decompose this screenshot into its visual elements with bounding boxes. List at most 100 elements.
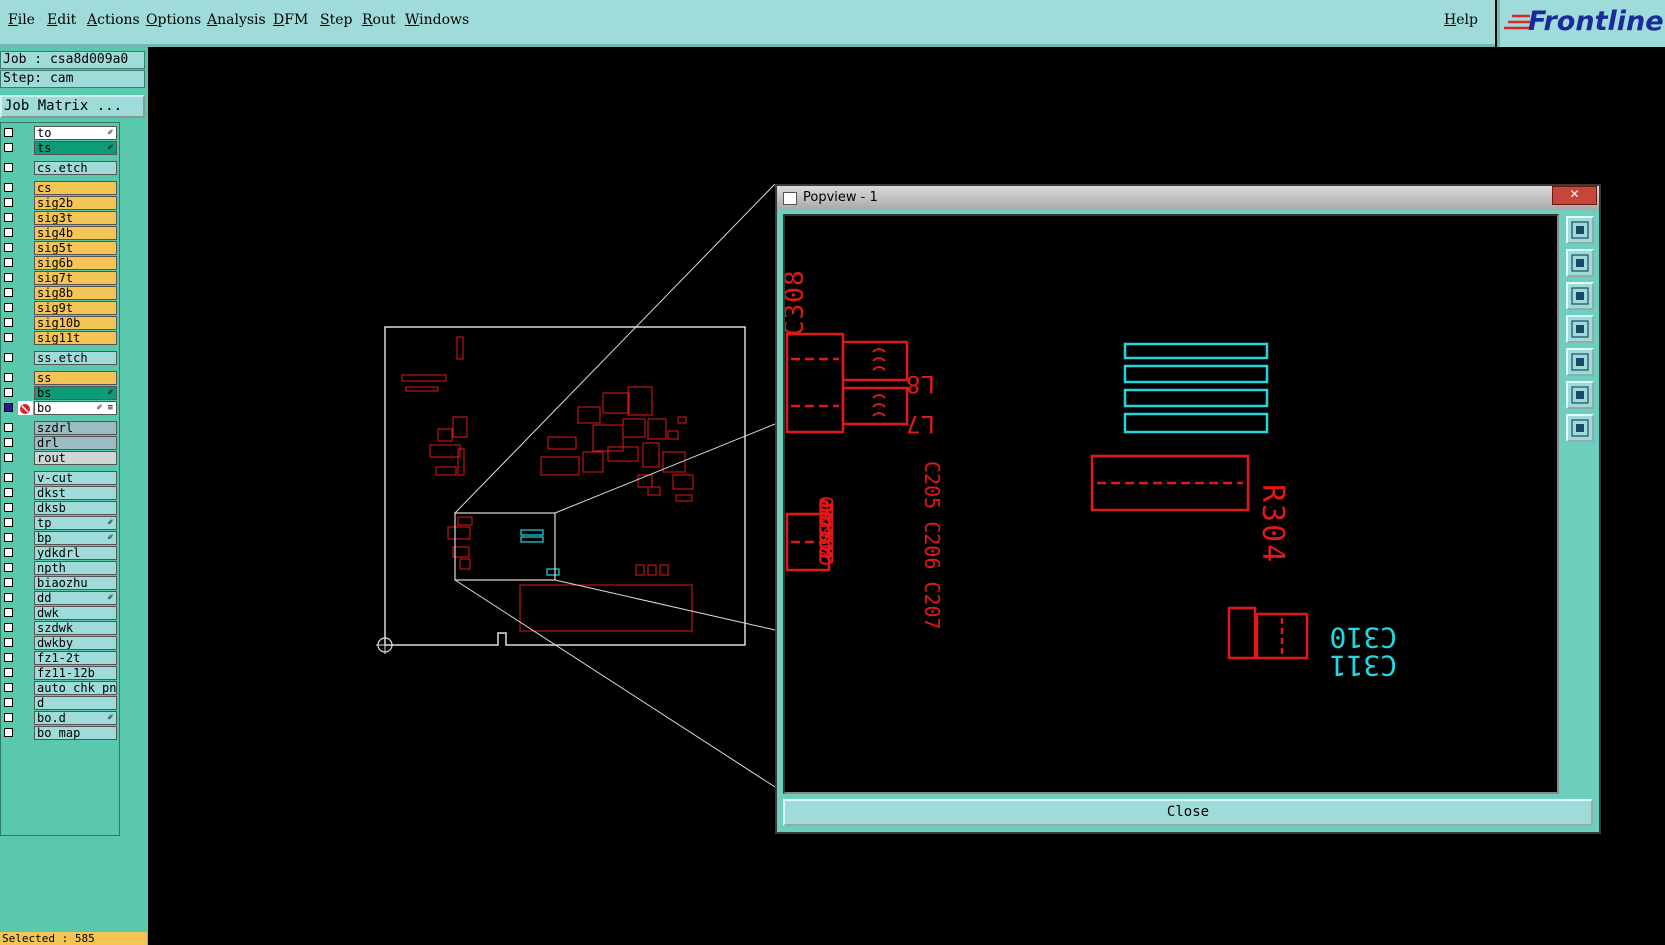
layer-row-bp[interactable]: bp ✐ [1,531,119,546]
layer-checkbox[interactable] [4,388,13,397]
layer-name[interactable]: bo_map [34,726,117,740]
zoom-out-button[interactable] [1566,414,1594,442]
layer-checkbox[interactable] [4,438,13,447]
layer-checkbox[interactable] [4,608,13,617]
zoom-region[interactable] [454,512,556,581]
layer-row-sig6b[interactable]: sig6b [1,256,119,271]
layer-checkbox[interactable] [4,593,13,602]
layer-name[interactable]: sig11t [34,331,117,345]
menu-rout[interactable]: Rout [362,12,396,28]
layer-checkbox[interactable] [4,623,13,632]
layer-name[interactable]: ydkdrl [34,546,117,560]
layer-row-bo.d[interactable]: bo.d ✐ [1,711,119,726]
layer-name[interactable]: dd ✐ [34,591,117,605]
layer-name[interactable]: bp ✐ [34,531,117,545]
layer-name[interactable]: sig9t [34,301,117,315]
layer-row-ts[interactable]: ts ✐ [1,141,119,156]
layer-name[interactable]: sig10b [34,316,117,330]
layer-name[interactable]: sig5t [34,241,117,255]
layer-name[interactable]: sig2b [34,196,117,210]
layer-row-auto_chk_pnl[interactable]: auto_chk_pnl [1,681,119,696]
layer-name[interactable]: dwk [34,606,117,620]
layer-name[interactable]: ss [34,371,117,385]
layer-name[interactable]: cs [34,181,117,195]
layer-checkbox[interactable] [4,638,13,647]
layer-checkbox[interactable] [4,683,13,692]
layer-row-d[interactable]: d [1,696,119,711]
layer-name[interactable]: biaozhu [34,576,117,590]
layer-row-szdwk[interactable]: szdwk [1,621,119,636]
layer-checkbox[interactable] [4,333,13,342]
layer-checkbox[interactable] [4,318,13,327]
layer-checkbox[interactable] [4,473,13,482]
layer-name[interactable]: sig8b [34,286,117,300]
layer-name[interactable]: cs.etch [34,161,117,175]
layer-name[interactable]: drl [34,436,117,450]
layer-row-sig11t[interactable]: sig11t [1,331,119,346]
layer-row-szdrl[interactable]: szdrl [1,421,119,436]
layer-row-fz11-12b[interactable]: fz11-12b [1,666,119,681]
popview-titlebar[interactable]: Popview - 1 ✕ [777,186,1599,210]
layer-name[interactable]: npth [34,561,117,575]
layer-checkbox[interactable] [4,668,13,677]
layer-name[interactable]: dkst [34,486,117,500]
close-button[interactable]: Close [783,799,1593,826]
menu-analysis[interactable]: Analysis [207,12,266,28]
layer-row-rout[interactable]: rout [1,451,119,466]
popview-canvas[interactable]: C308 L8 L7 C205 C206 C207 R304 C213 C214… [780,214,1559,794]
layer-name[interactable]: dksb [34,501,117,515]
pan-right-button[interactable] [1566,348,1594,376]
pan-up-button[interactable] [1566,249,1594,277]
layer-row-bs[interactable]: bs ✐ [1,386,119,401]
layer-name[interactable]: bo ✐ ≡ [34,401,117,415]
layer-name[interactable]: sig3t [34,211,117,225]
layer-row-sig5t[interactable]: sig5t [1,241,119,256]
layer-name[interactable]: szdwk [34,621,117,635]
layer-row-v-cut[interactable]: v-cut [1,471,119,486]
layer-name[interactable]: d [34,696,117,710]
layer-row-drl[interactable]: drl [1,436,119,451]
layer-row-fz1-2t[interactable]: fz1-2t [1,651,119,666]
menu-options[interactable]: Options [146,12,201,28]
layer-checkbox[interactable] [4,578,13,587]
layer-checkbox[interactable] [4,403,13,412]
layer-name[interactable]: v-cut [34,471,117,485]
layer-row-tp[interactable]: tp ✐ [1,516,119,531]
menu-edit[interactable]: Edit [47,12,76,28]
layer-row-dwk[interactable]: dwk [1,606,119,621]
layer-row-sig9t[interactable]: sig9t [1,301,119,316]
layer-row-dd[interactable]: dd ✐ [1,591,119,606]
layer-row-bo[interactable]: bo ✐ ≡ [1,401,119,416]
layer-row-ydkdrl[interactable]: ydkdrl [1,546,119,561]
layer-name[interactable]: fz11-12b [34,666,117,680]
layer-checkbox[interactable] [4,213,13,222]
zoom-home-button[interactable] [1566,216,1594,244]
layer-checkbox[interactable] [4,503,13,512]
layer-name[interactable]: auto_chk_pnl [34,681,117,695]
layer-checkbox[interactable] [4,243,13,252]
layer-name[interactable]: sig4b [34,226,117,240]
layer-row-cs.etch[interactable]: cs.etch [1,161,119,176]
layer-row-bo_map[interactable]: bo_map [1,726,119,741]
layer-row-dwkby[interactable]: dwkby [1,636,119,651]
layer-name[interactable]: bo.d ✐ [34,711,117,725]
layer-name[interactable]: bs ✐ [34,386,117,400]
layer-name[interactable]: sig7t [34,271,117,285]
layer-checkbox[interactable] [4,373,13,382]
layer-checkbox[interactable] [4,423,13,432]
job-matrix-button[interactable]: Job Matrix ... [0,95,145,118]
layer-name[interactable]: dwkby [34,636,117,650]
layer-checkbox[interactable] [4,653,13,662]
layer-checkbox[interactable] [4,533,13,542]
layer-name[interactable]: rout [34,451,117,465]
menu-file[interactable]: File [8,12,35,28]
layer-checkbox[interactable] [4,548,13,557]
layer-row-to[interactable]: to ✐ [1,126,119,141]
layer-checkbox[interactable] [4,353,13,362]
layer-checkbox[interactable] [4,143,13,152]
menu-windows[interactable]: Windows [405,12,469,28]
zoom-in-button[interactable] [1566,381,1594,409]
layer-row-sig10b[interactable]: sig10b [1,316,119,331]
layer-row-sig3t[interactable]: sig3t [1,211,119,226]
layer-checkbox[interactable] [4,303,13,312]
